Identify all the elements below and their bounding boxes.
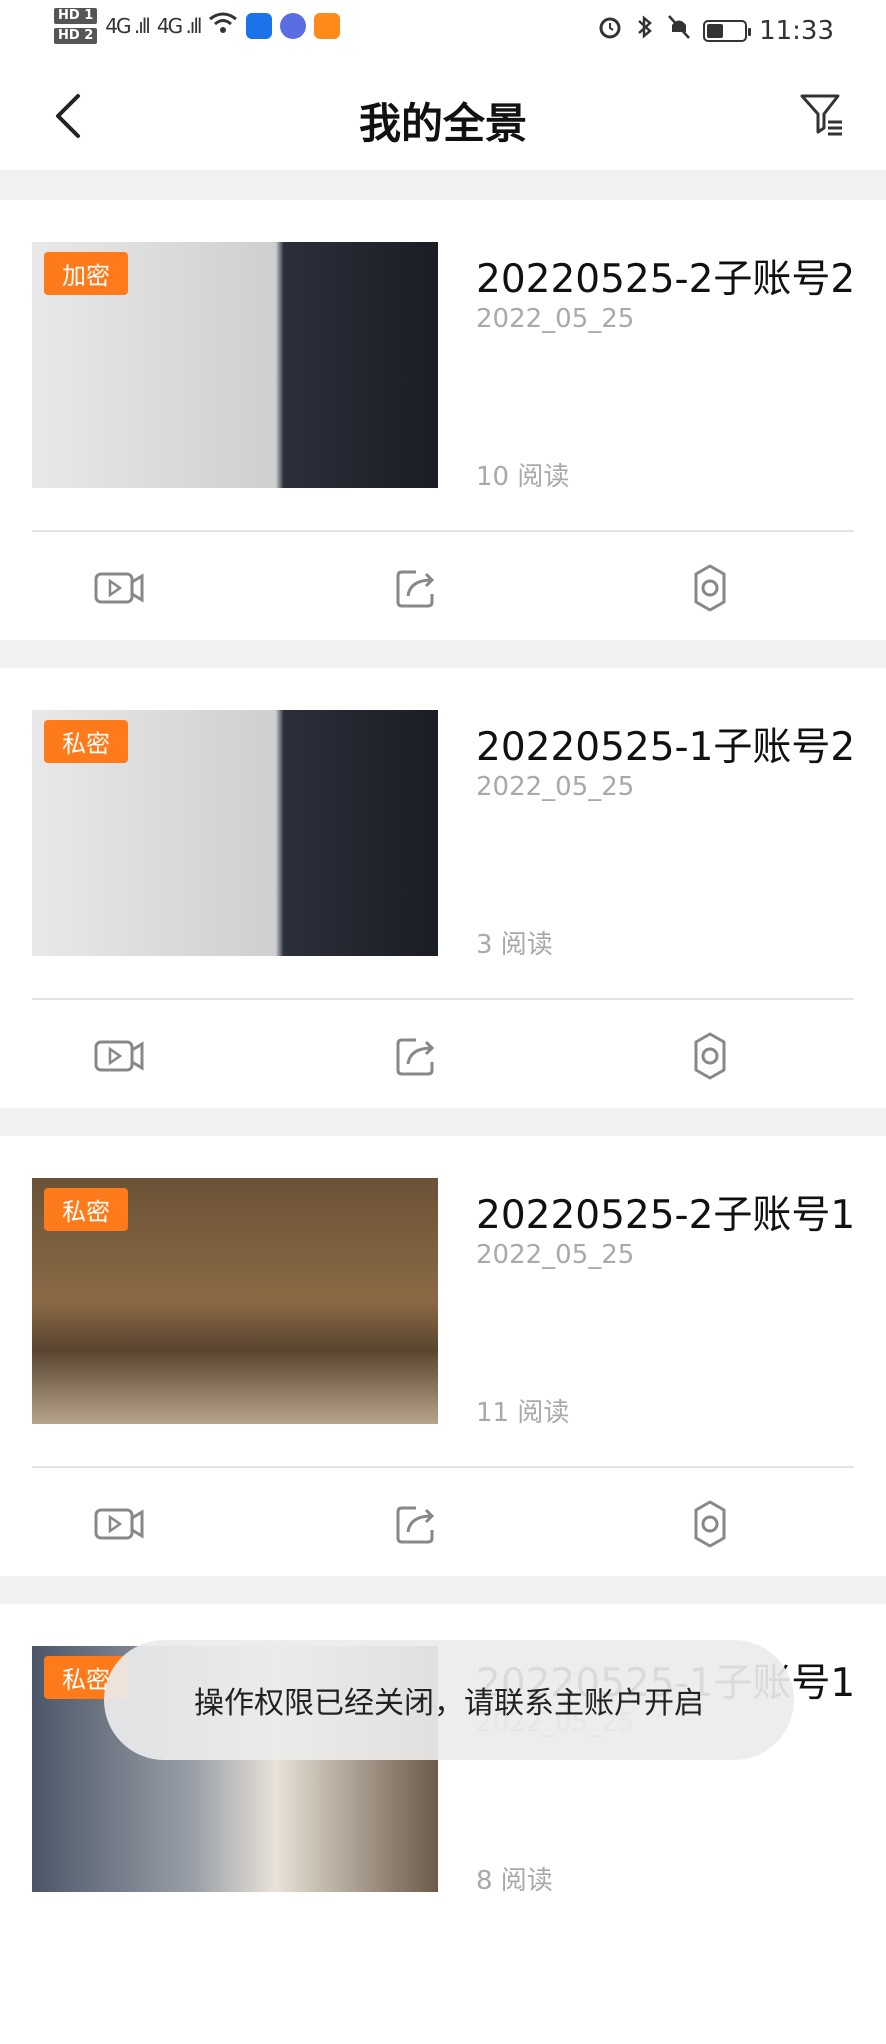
panorama-reads: 11 阅读	[476, 1398, 570, 1428]
share-button[interactable]	[386, 562, 446, 614]
panorama-date: 2022_05_25	[476, 304, 635, 334]
panorama-reads: 3 阅读	[476, 930, 553, 960]
share-icon	[396, 1506, 435, 1544]
panorama-date: 2022_05_25	[476, 772, 635, 802]
privacy-badge: 私密	[44, 1188, 128, 1231]
signal-1: 4G .ıll	[105, 14, 151, 38]
battery-level	[707, 23, 724, 38]
panorama-card[interactable]: 加密 20220525-2子账号2 2022_05_25 10 阅读	[0, 200, 886, 640]
settings-icon	[694, 1500, 726, 1548]
battery-icon	[703, 19, 752, 42]
panorama-thumbnail[interactable]: 私密	[32, 710, 438, 956]
alarm-icon	[597, 14, 623, 47]
video-icon	[94, 572, 144, 604]
panorama-thumbnail[interactable]: 私密	[32, 1178, 438, 1424]
panorama-title[interactable]: 20220525-1子账号2	[476, 716, 855, 772]
video-button[interactable]	[90, 1030, 150, 1082]
share-button[interactable]	[386, 1498, 446, 1550]
card-divider	[32, 998, 854, 1000]
video-icon	[94, 1508, 144, 1540]
app-play-icon	[314, 13, 341, 39]
share-icon	[396, 570, 435, 608]
bluetooth-icon	[635, 14, 655, 47]
filter-icon	[800, 94, 842, 136]
panorama-thumbnail[interactable]: 加密	[32, 242, 438, 488]
privacy-badge: 加密	[44, 252, 128, 295]
panorama-date: 2022_05_25	[476, 1240, 635, 1270]
settings-icon	[694, 564, 726, 612]
hd-indicators: HD 1 HD 2	[54, 8, 98, 44]
hd1-badge: HD 1	[54, 8, 98, 24]
panorama-card[interactable]: 私密 20220525-1子账号2 2022_05_25 3 阅读	[0, 668, 886, 1108]
toast-text: 操作权限已经关闭，请联系主账户开启	[194, 1686, 704, 1721]
panorama-title[interactable]: 20220525-2子账号1	[476, 1184, 855, 1240]
settings-button[interactable]	[680, 562, 740, 614]
status-left: HD 1 HD 2 4G .ıll 4G .ıll	[54, 8, 341, 44]
status-bar: HD 1 HD 2 4G .ıll 4G .ıll 11:33	[0, 0, 886, 62]
video-button[interactable]	[90, 1498, 150, 1550]
panorama-title[interactable]: 20220525-2子账号2	[476, 248, 855, 304]
app-music-icon	[280, 13, 307, 39]
panorama-card[interactable]: 私密 20220525-2子账号1 2022_05_25 11 阅读	[0, 1136, 886, 1576]
signal-2: 4G .ıll	[156, 14, 203, 38]
video-icon	[94, 1040, 144, 1072]
status-right: 11:33	[597, 14, 834, 47]
settings-icon	[694, 1032, 726, 1080]
privacy-badge: 私密	[44, 720, 128, 763]
share-button[interactable]	[386, 1030, 446, 1082]
app-header: 我的全景	[0, 62, 886, 170]
page-title: 我的全景	[358, 99, 527, 148]
share-icon	[396, 1038, 435, 1076]
settings-button[interactable]	[680, 1498, 740, 1550]
toast-message: 操作权限已经关闭，请联系主账户开启	[104, 1640, 794, 1760]
settings-button[interactable]	[680, 1030, 740, 1082]
mute-icon	[667, 14, 691, 47]
app-bulb-icon	[246, 13, 273, 39]
panorama-reads: 10 阅读	[476, 462, 570, 492]
panorama-reads: 8 阅读	[476, 1866, 553, 1896]
card-divider	[32, 1466, 854, 1468]
hd2-badge: HD 2	[54, 28, 98, 44]
card-divider	[32, 530, 854, 532]
wifi-icon	[208, 11, 238, 42]
filter-button[interactable]	[798, 90, 846, 138]
clock: 11:33	[759, 15, 834, 46]
video-button[interactable]	[90, 562, 150, 614]
